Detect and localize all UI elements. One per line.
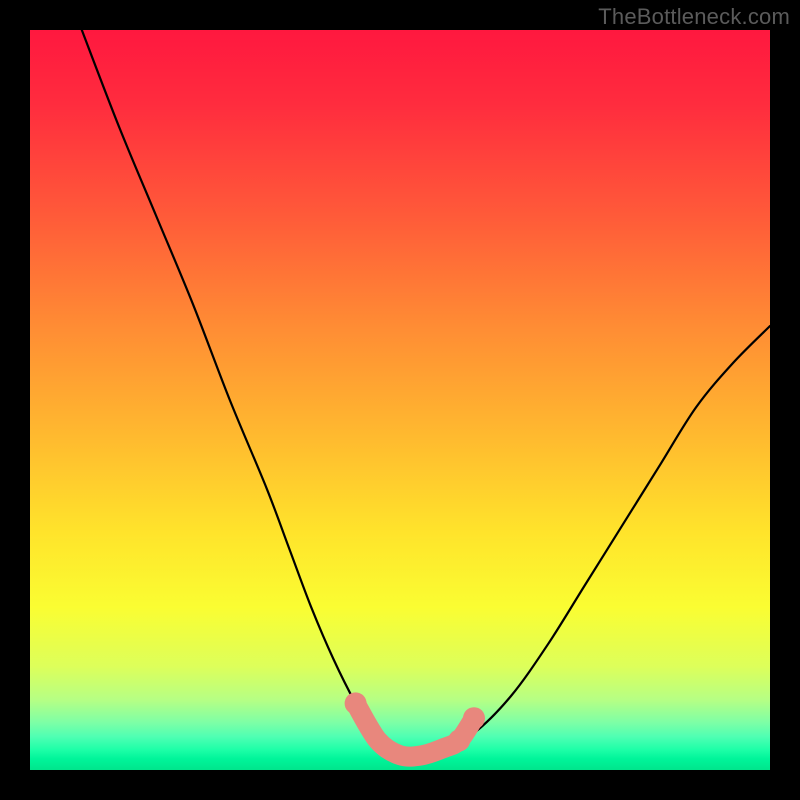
plot-area (30, 30, 770, 770)
chart-overlay (30, 30, 770, 770)
chart-frame: TheBottleneck.com (0, 0, 800, 800)
attribution-text: TheBottleneck.com (598, 4, 790, 30)
bottleneck-curve (82, 30, 770, 757)
